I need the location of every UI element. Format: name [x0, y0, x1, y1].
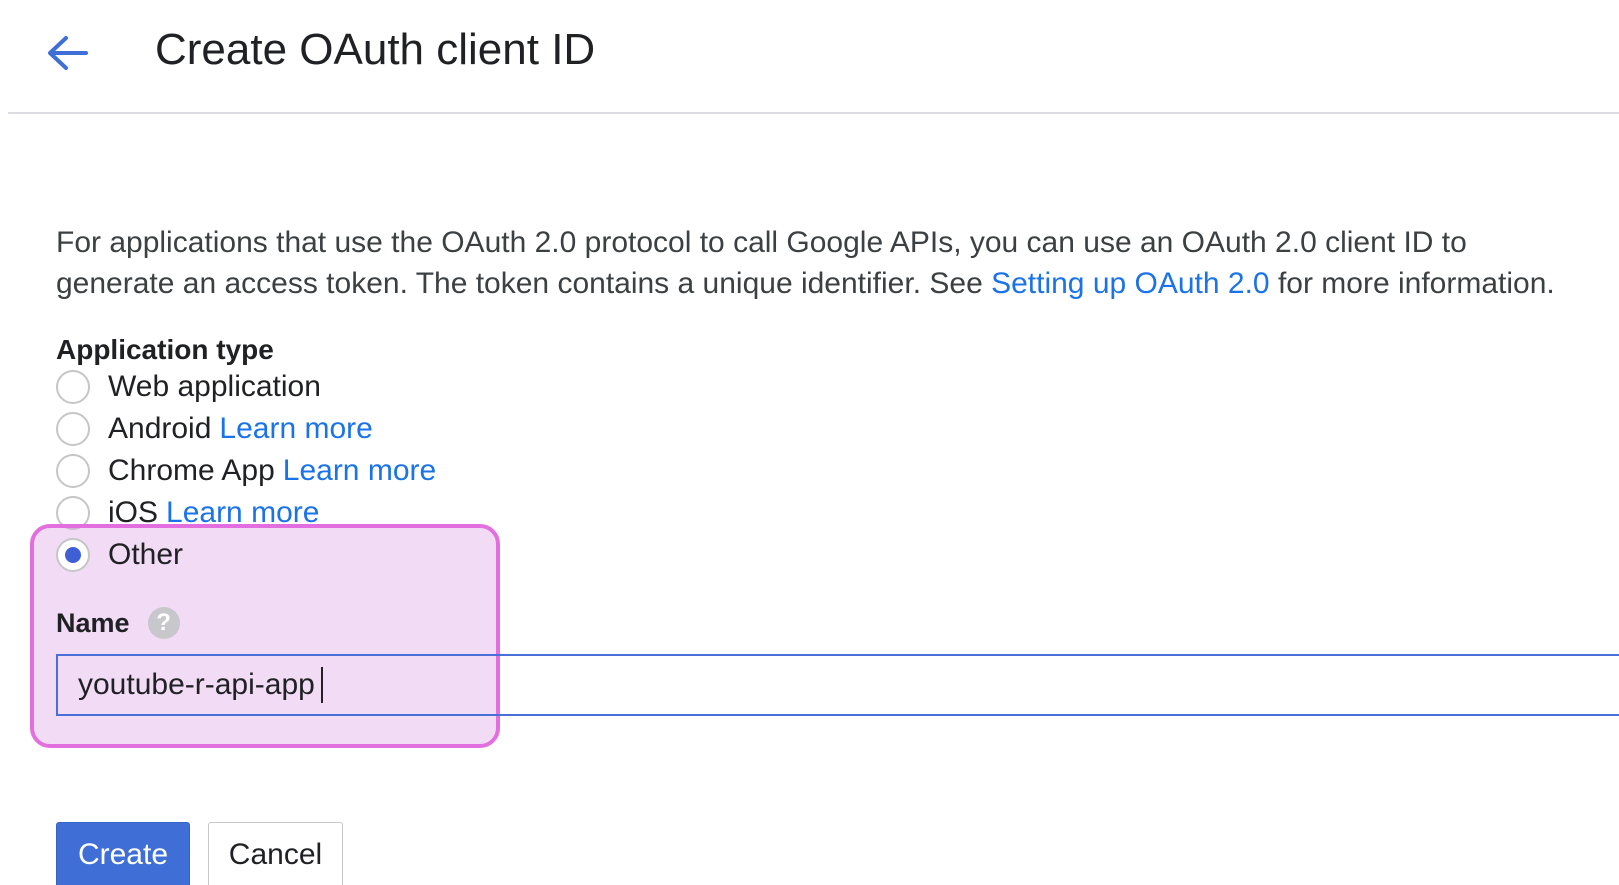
description-line-1: For applications that use the OAuth 2.0 … — [56, 226, 1467, 259]
name-input[interactable] — [56, 654, 1619, 716]
description-line-2-suffix: for more information. — [1269, 267, 1555, 300]
radio-option-web-application[interactable]: Web application — [56, 366, 436, 408]
page-title: Create OAuth client ID — [155, 25, 596, 74]
create-button[interactable]: Create — [56, 822, 190, 885]
header-divider — [8, 112, 1619, 114]
radio-option-ios[interactable]: iOS Learn more — [56, 492, 436, 534]
setting-up-oauth-link[interactable]: Setting up OAuth 2.0 — [991, 267, 1270, 300]
application-type-radio-group: Web application Android Learn more Chrome… — [56, 366, 436, 576]
radio-option-chrome-app[interactable]: Chrome App Learn more — [56, 450, 436, 492]
radio-label: Android Learn more — [108, 409, 373, 449]
name-label-text: Name — [56, 608, 130, 638]
radio-label: Other — [108, 535, 183, 575]
description-line-2: generate an access token. The token cont… — [56, 263, 1616, 304]
name-field-label: Name ? — [56, 605, 180, 641]
radio-label-text: Chrome App — [108, 454, 275, 487]
page-header: Create OAuth client ID — [0, 0, 1619, 114]
create-oauth-client-page: Create OAuth client ID For applications … — [0, 0, 1619, 885]
radio-button-selected[interactable] — [56, 538, 90, 572]
application-type-label: Application type — [56, 334, 274, 365]
radio-label: Web application — [108, 367, 321, 407]
radio-option-other[interactable]: Other — [56, 534, 436, 576]
radio-option-android[interactable]: Android Learn more — [56, 408, 436, 450]
question-mark-icon[interactable]: ? — [147, 607, 180, 639]
cancel-button[interactable]: Cancel — [208, 822, 343, 885]
chrome-app-learn-more-link[interactable]: Learn more — [283, 454, 436, 487]
android-learn-more-link[interactable]: Learn more — [219, 412, 372, 445]
description-line-2-prefix: generate an access token. The token cont… — [56, 267, 992, 300]
radio-button[interactable] — [56, 370, 90, 404]
radio-button[interactable] — [56, 454, 90, 488]
radio-button[interactable] — [56, 496, 90, 530]
back-button[interactable] — [38, 24, 94, 80]
text-cursor — [321, 667, 323, 703]
radio-label: Chrome App Learn more — [108, 451, 436, 491]
radio-label-text: iOS — [108, 496, 159, 529]
radio-label-text: Web application — [108, 370, 321, 403]
description-text: For applications that use the OAuth 2.0 … — [56, 222, 1616, 304]
radio-label-text: Android — [108, 412, 212, 445]
radio-label: iOS Learn more — [108, 493, 319, 533]
radio-button[interactable] — [56, 412, 90, 446]
radio-label-text: Other — [108, 538, 184, 571]
arrow-left-icon — [48, 36, 88, 70]
ios-learn-more-link[interactable]: Learn more — [166, 496, 319, 529]
